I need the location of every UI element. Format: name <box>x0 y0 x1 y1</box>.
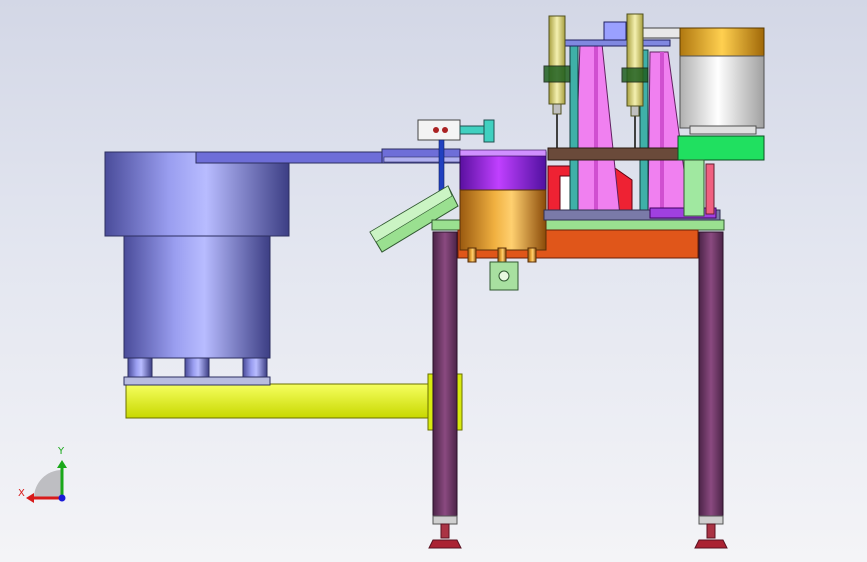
coordinate-triad: X Y <box>18 446 67 503</box>
pink-column-left[interactable] <box>573 43 621 217</box>
tape-drum[interactable] <box>679 27 765 135</box>
y-arrowhead-icon <box>57 460 67 468</box>
y-axis-label: Y <box>57 446 65 457</box>
x-arrowhead-icon <box>26 493 34 503</box>
vibratory-bowl-feeder[interactable] <box>104 151 290 386</box>
x-axis-label: X <box>18 488 25 499</box>
rotary-hopper[interactable] <box>459 149 547 291</box>
vertical-rail-left[interactable] <box>569 41 579 219</box>
cad-viewport[interactable]: X Y <box>0 0 867 562</box>
leveling-foot-right <box>694 523 728 549</box>
leveling-foot-left <box>428 523 462 549</box>
triad-plane <box>34 470 62 498</box>
pneumatic-cylinder-left[interactable] <box>543 15 571 148</box>
drum-base[interactable] <box>677 135 765 217</box>
z-axis-dot <box>58 494 66 502</box>
machine-frame[interactable] <box>432 231 724 525</box>
linear-feed-track[interactable] <box>195 148 463 164</box>
top-crossbar[interactable] <box>559 21 681 47</box>
